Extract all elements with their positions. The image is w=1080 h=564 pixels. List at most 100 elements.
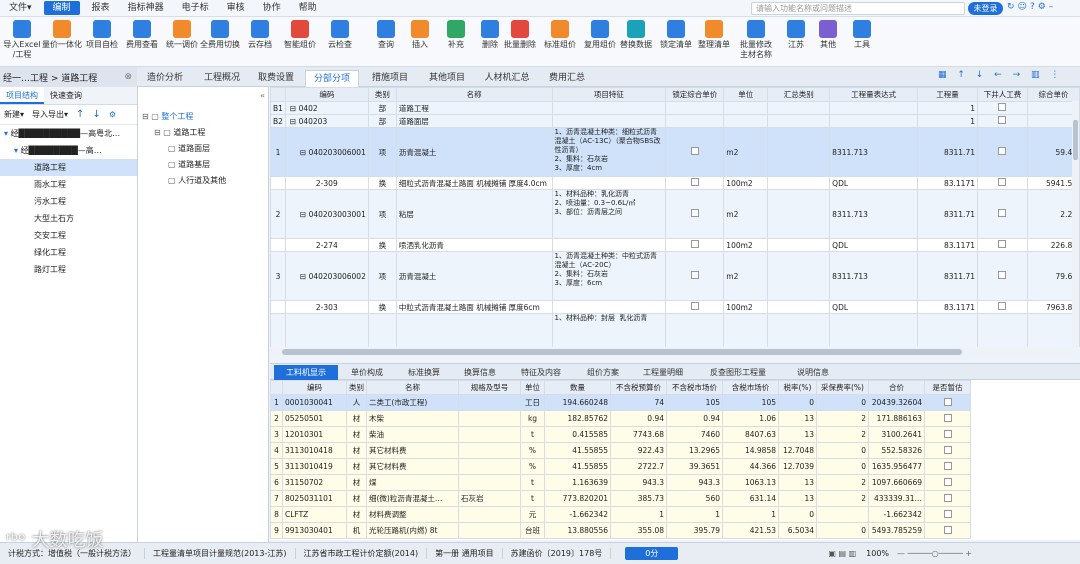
estimate-checkbox[interactable]	[943, 461, 952, 470]
cell-2[interactable]: 机	[346, 522, 367, 539]
cell-7[interactable]: 1	[610, 506, 667, 523]
cell-10[interactable]: 0	[778, 506, 817, 523]
left-subtab-0[interactable]: 项目结构	[0, 87, 44, 104]
cell-12[interactable]: 171.886163	[868, 410, 925, 427]
well-checkbox[interactable]	[998, 103, 1007, 111]
cell-10[interactable]: 12.7039	[778, 458, 817, 475]
cell-5[interactable]: 工日	[520, 394, 545, 411]
well-checkbox[interactable]	[998, 116, 1007, 124]
column-header[interactable]: 项目特征	[551, 87, 667, 102]
well-cell[interactable]	[976, 114, 1028, 128]
toolbar-button-7[interactable]: 智能组价	[280, 20, 320, 50]
estimate-cell[interactable]	[924, 458, 971, 475]
cell-9[interactable]: 631.14	[722, 490, 779, 507]
cell-4[interactable]	[458, 506, 521, 523]
cell-5[interactable]: 台班	[520, 522, 545, 539]
toolbar-button-19[interactable]: 批量修改 主材名称	[736, 20, 776, 60]
lock-checkbox[interactable]	[690, 178, 699, 186]
refresh-icon[interactable]: ↻	[1007, 2, 1015, 12]
menu-item-2[interactable]: 报表	[83, 0, 119, 17]
cell-5[interactable]: %	[520, 442, 545, 459]
cell-10[interactable]: 13	[778, 490, 817, 507]
column-header[interactable]: 编码	[284, 87, 369, 102]
qty-cell[interactable]	[917, 313, 978, 347]
lock-cell[interactable]	[665, 114, 725, 128]
cell-7[interactable]: 385.73	[610, 490, 667, 507]
cell-2[interactable]: 材	[346, 490, 367, 507]
code-cell[interactable]: ⊟ 040203006001	[284, 127, 369, 177]
cell-9[interactable]: 1.06	[722, 410, 779, 427]
cell-2[interactable]: 材	[346, 506, 367, 523]
detail-tab-5[interactable]: 组价方案	[576, 365, 630, 380]
lock-cell[interactable]	[665, 300, 725, 314]
cell-2[interactable]: 材	[346, 442, 367, 459]
well-checkbox[interactable]	[998, 240, 1007, 248]
table-row[interactable]: 1 ⊟ 040203006001 项沥青混凝土 1、沥青混凝土种类：细粒式沥青混凝土（…	[270, 127, 1080, 177]
zoom-slider[interactable]: — ─────○───── +	[897, 549, 972, 558]
toolbar-button-3[interactable]: 费用查看	[122, 20, 162, 50]
cell-1[interactable]: 12010301	[282, 426, 347, 443]
estimate-checkbox[interactable]	[943, 445, 952, 454]
column-header[interactable]: 类别	[367, 87, 397, 102]
close-icon[interactable]: ⊗	[124, 72, 132, 82]
cell-3[interactable]: 柴油	[366, 426, 459, 443]
well-cell[interactable]	[976, 313, 1028, 347]
column-header[interactable]: 下井人工费	[976, 87, 1028, 102]
cell-9[interactable]: 8407.63	[722, 426, 779, 443]
lock-checkbox[interactable]	[690, 147, 699, 155]
column-header[interactable]: 不含税市场价	[666, 380, 723, 395]
tree-item-7[interactable]: 绿化工程	[0, 244, 137, 261]
tree-toggle-icon[interactable]: ⊟	[288, 210, 309, 219]
cell-12[interactable]: 1097.660669	[868, 474, 925, 491]
detail-tab-7[interactable]: 反查图形工程量	[696, 365, 780, 380]
cell-1[interactable]: CLFTZ	[282, 506, 347, 523]
section-item-1[interactable]: ⊟ ▢ 道路工程	[138, 125, 268, 141]
lock-cell[interactable]	[665, 238, 725, 252]
cell-11[interactable]: 2	[816, 474, 869, 491]
tree-item-8[interactable]: 路灯工程	[0, 261, 137, 278]
table-row[interactable]: 2-274 换喷洒乳化沥青 100m2 QDL 83.1171 226.87	[270, 238, 1080, 252]
cell-4[interactable]	[458, 522, 521, 539]
code-cell[interactable]: ⊟ 040203	[284, 114, 369, 128]
estimate-checkbox[interactable]	[943, 493, 952, 502]
tree-toggle-icon[interactable]: ⊟	[288, 272, 309, 281]
well-checkbox[interactable]	[998, 209, 1007, 217]
cell-12[interactable]: 1635.956477	[868, 458, 925, 475]
cell-5[interactable]: kg	[520, 410, 545, 427]
qty-cell[interactable]: 83.1171	[917, 300, 978, 314]
cell-1[interactable]: 05250501	[282, 410, 347, 427]
toolbar-button-18[interactable]: 整理清单	[694, 20, 734, 50]
column-header[interactable]: 锁定综合单价	[665, 87, 725, 102]
estimate-checkbox[interactable]	[943, 525, 952, 534]
cell-8[interactable]: 105	[666, 394, 723, 411]
tree-toggle-icon[interactable]: ⊟	[288, 148, 309, 157]
toolbar-button-0[interactable]: 导入Excel /工程	[2, 20, 42, 60]
cell-7[interactable]: 355.08	[610, 522, 667, 539]
tree-item-6[interactable]: 交安工程	[0, 227, 137, 244]
well-cell[interactable]	[976, 251, 1028, 301]
move-down-icon[interactable]: ↓	[92, 109, 100, 120]
estimate-cell[interactable]	[924, 442, 971, 459]
feature-cell[interactable]: 1、沥青混凝土种类：细粒式沥青混凝土（AC-13C）（聚合物SBS改性沥青） 2…	[551, 127, 667, 177]
toolbar-button-5[interactable]: 全费用切换	[200, 20, 240, 50]
tree-item-2[interactable]: 道路工程	[0, 159, 137, 176]
qty-cell[interactable]: 83.1171	[917, 238, 978, 252]
qty-cell[interactable]: 8311.71	[917, 127, 978, 177]
toolbar-button-2[interactable]: 项目自检	[82, 20, 122, 50]
column-header[interactable]: 单位	[723, 87, 769, 102]
cell-5[interactable]: t	[520, 490, 545, 507]
table-row[interactable]: 1、材料品种：封层 乳化沥青	[270, 313, 1080, 347]
column-header[interactable]: 合价	[868, 380, 925, 395]
feature-cell[interactable]	[551, 101, 667, 115]
cell-6[interactable]: 1.163639	[544, 474, 611, 491]
cell-4[interactable]	[458, 426, 521, 443]
cell-7[interactable]: 74	[610, 394, 667, 411]
estimate-checkbox[interactable]	[943, 397, 952, 406]
settings-icon[interactable]: ⚙	[1038, 2, 1046, 12]
feature-cell[interactable]	[551, 114, 667, 128]
search-input[interactable]: 请输入功能名称或问题描述	[751, 2, 965, 15]
detail-tab-6[interactable]: 工程量明细	[634, 365, 692, 380]
table-row[interactable]: 3 12010301 材柴油 t 0.415585 7743.68 7460 8407.63 1…	[270, 426, 971, 443]
cell-5[interactable]: %	[520, 458, 545, 475]
cell-6[interactable]: 0.415585	[544, 426, 611, 443]
